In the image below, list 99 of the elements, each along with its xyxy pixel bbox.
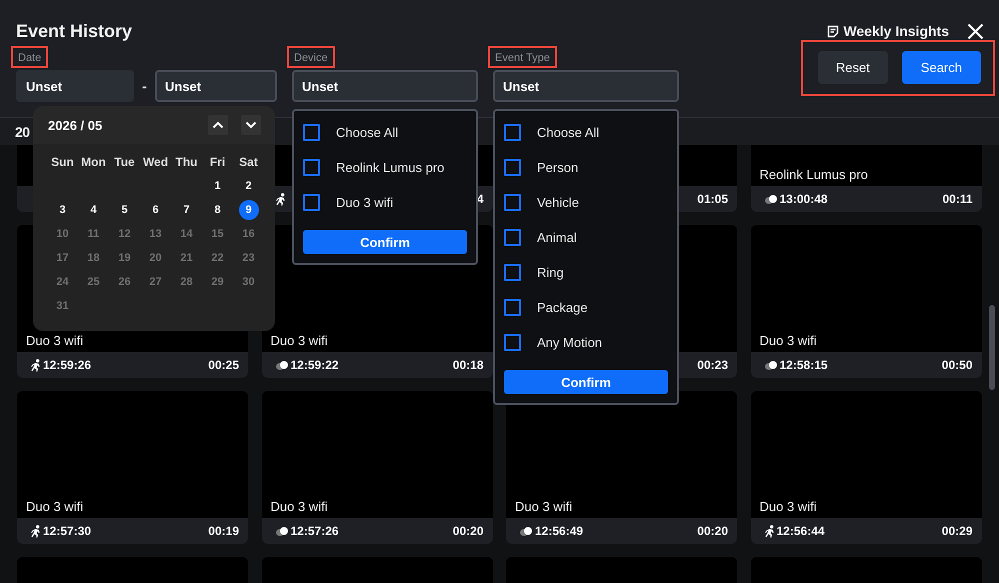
event-time: 12:56:49 [535,524,584,538]
close-icon[interactable] [967,22,984,40]
motion-icon [764,360,776,370]
event-duration: 00:19 [208,524,239,538]
checkbox[interactable] [303,159,320,176]
checkbox[interactable] [504,159,521,176]
event-type-select[interactable]: Unset [493,70,679,102]
previous-month-button[interactable] [208,115,228,135]
weekday-label: Sun [50,154,75,171]
running-person-icon [31,358,40,372]
event-duration: 00:18 [452,358,484,372]
event-duration: 00:23 [697,358,728,372]
checkbox[interactable] [504,299,521,316]
device-name: Reolink Lumus pro [760,167,868,182]
event-card[interactable]: Duo 3 wifi 12:58:15 00:50 [750,225,982,378]
calendar-day[interactable]: 9 [238,200,258,220]
device-name: Duo 3 wifi [270,499,328,514]
device-name: Duo 3 wifi [760,333,817,348]
checkbox[interactable] [303,194,320,211]
running-person-icon [276,192,284,206]
calendar-day[interactable]: 4 [84,200,104,220]
option-label: Reolink Lumus pro [336,160,444,175]
device-select[interactable]: Unset [292,70,478,102]
option-label: Animal [537,230,577,245]
window-title: Event History [16,20,132,42]
chevron-down-icon [245,121,257,129]
date-field[interactable]: Unset [155,70,277,102]
calendar-day[interactable]: 2 [238,176,258,196]
range-separator: - [141,78,148,94]
option-label: Package [537,300,588,315]
checkbox[interactable] [504,334,521,351]
event-time: 12:57:30 [43,524,92,538]
event-card[interactable]: Duo 3 wifi 12:57:30 00:19 [17,391,248,544]
event-duration: 01:05 [697,192,728,206]
checkbox[interactable] [303,124,320,141]
weekday-label: Fri [208,154,226,171]
running-person-icon [764,524,774,538]
option-label: Choose All [336,125,398,140]
filter-label: Device [287,46,335,68]
motion-icon [276,360,288,370]
weekday-label: Mon [80,154,107,171]
calendar-day[interactable]: 5 [114,200,134,220]
event-time: 12:57:26 [290,524,339,538]
event-duration: 00:50 [942,358,972,372]
device-name: Duo 3 wifi [515,499,572,514]
event-time: 12:59:22 [290,358,339,372]
motion-icon [764,194,776,204]
option-label: Person [537,160,578,175]
device-name: Duo 3 wifi [760,499,817,514]
event-time: 12:58:15 [780,358,828,372]
confirm-button[interactable]: Confirm [303,230,467,254]
note-icon [827,24,840,38]
date-field[interactable]: Unset [16,70,134,102]
device-name: Duo 3 wifi [26,499,84,514]
event-duration: 00:29 [942,524,972,538]
confirm-button[interactable]: Confirm [504,370,668,394]
event-card[interactable]: Duo 3 wifi 12:56:44 00:29 [750,391,982,544]
weekday-label: Thu [174,154,198,171]
event-time: 13:00:48 [780,192,828,206]
option-label: Ring [537,265,564,280]
filter-label: Event Type [488,46,557,68]
option-label: Vehicle [537,195,579,210]
option-label: Any Motion [537,335,602,350]
event-card[interactable]: Duo 3 wifi 12:56:49 00:20 [506,391,737,544]
weekday-label: Wed [142,154,170,171]
event-duration: 00:20 [697,524,728,538]
device-name: Duo 3 wifi [270,333,328,348]
calendar-day[interactable]: 3 [52,200,72,220]
event-time: 12:56:44 [776,524,825,538]
calendar-day[interactable]: 1 [208,176,228,196]
checkbox[interactable] [504,194,521,211]
calendar-day[interactable]: 6 [146,200,166,220]
event-duration: 00:25 [208,358,239,372]
running-person-icon [31,524,40,538]
calendar-month: 2026 / 05 [48,118,104,132]
scrollbar[interactable] [989,305,995,390]
weekday-label: Sat [238,154,259,171]
motion-icon [276,526,288,536]
next-month-button[interactable] [241,115,261,135]
option-label: Duo 3 wifi [336,195,394,210]
event-duration: 00:20 [452,524,484,538]
checkbox[interactable] [504,229,521,246]
device-name: Duo 3 wifi [26,333,84,348]
calendar-day[interactable]: 8 [208,200,228,220]
weekday-label: Tue [113,154,136,171]
search-button[interactable]: Search [902,51,981,84]
insights-button[interactable]: Weekly Insights [827,23,949,39]
date-heading: 20 [15,124,30,140]
filter-label: Date [11,46,48,68]
motion-icon [520,526,532,536]
chevron-up-icon [212,121,224,129]
event-card[interactable]: Duo 3 wifi 12:57:26 00:20 [262,391,492,544]
checkbox[interactable] [504,264,521,281]
event-duration: 00:11 [942,192,972,206]
calendar-day[interactable]: 7 [176,200,196,220]
option-label: Choose All [537,125,600,140]
reset-button[interactable]: Reset [818,51,888,84]
event-time: 12:59:26 [43,358,92,372]
checkbox[interactable] [504,124,521,141]
